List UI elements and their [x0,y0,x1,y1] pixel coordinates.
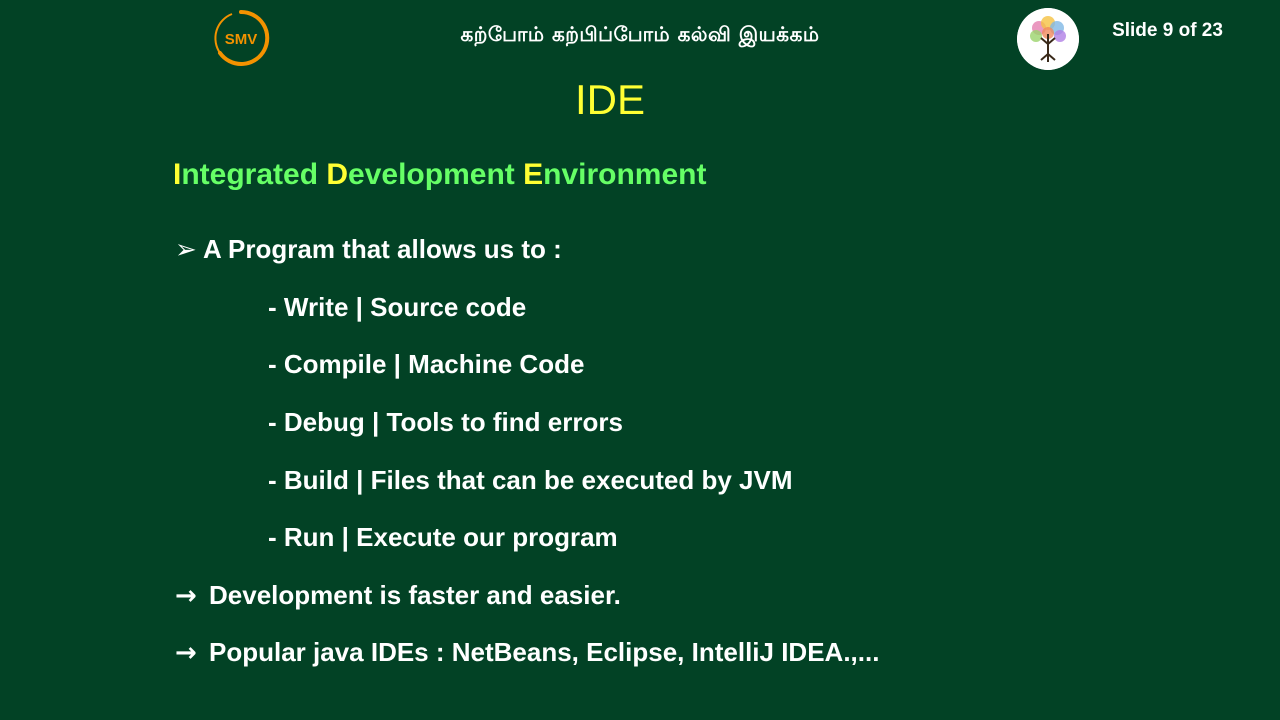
smv-logo-text: SMV [225,31,258,48]
note-text: Popular java IDEs : NetBeans, Eclipse, I… [209,637,880,667]
arrowhead-bullet-icon: ➢ [175,235,197,265]
intro-bullet: ➢ A Program that allows us to : [175,234,562,265]
list-item: - Run | Execute our program [268,522,618,552]
subtitle-word-development: evelopment [348,158,524,191]
subtitle-initial-e: E [523,158,544,191]
list-item: - Write | Source code [268,292,527,322]
list-item: - Build | Files that can be executed by … [268,465,793,495]
subtitle-word-environment: nvironment [543,158,707,191]
intro-text: A Program that allows us to : [203,234,562,264]
subtitle-word-integrated: ntegrated [181,158,327,191]
right-arrow-icon: → [175,638,197,668]
list-item: - Debug | Tools to find errors [268,407,623,437]
note-popular-ides: → Popular java IDEs : NetBeans, Eclipse, … [175,637,879,668]
slide-subtitle: Integrated Development Environment [173,158,706,192]
slide-counter: Slide 9 of 23 [1112,20,1223,41]
subtitle-initial-d: D [326,158,349,191]
right-arrow-icon: → [175,581,197,611]
tree-logo-icon [1017,8,1079,70]
note-text: Development is faster and easier. [209,580,621,610]
smv-logo: SMV [212,9,270,67]
note-development: → Development is faster and easier. [175,580,621,611]
slide-title: IDE [574,76,645,123]
list-item: - Compile | Machine Code [268,349,585,379]
header-tagline: கற்போம் கற்பிப்போம் கல்வி இயக்கம் [460,22,820,46]
